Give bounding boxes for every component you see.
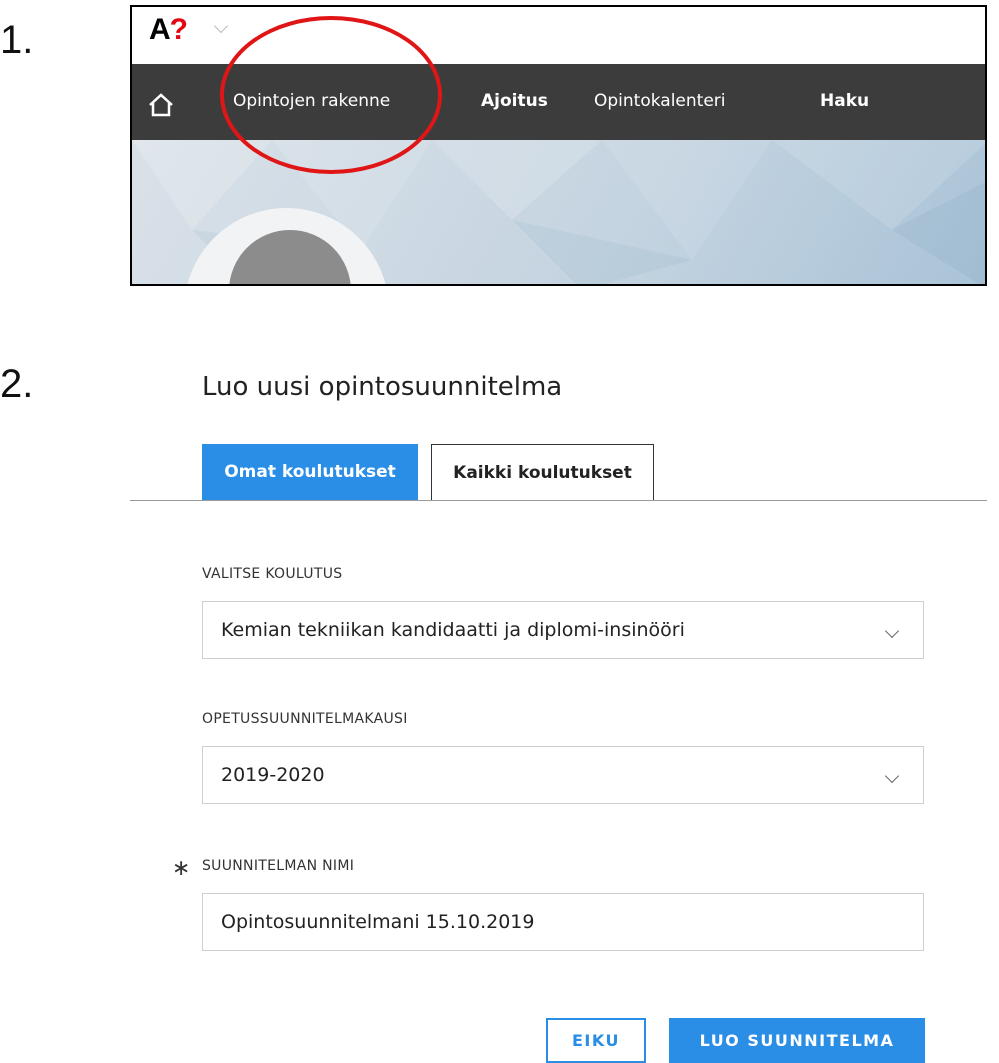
chevron-down-icon bbox=[884, 768, 900, 784]
plan-name-value: Opintosuunnitelmani 15.10.2019 bbox=[221, 911, 535, 933]
curriculum-select[interactable]: 2019-2020 bbox=[202, 746, 924, 804]
nav-item-opintokalenteri[interactable]: Opintokalenteri bbox=[594, 91, 726, 111]
home-icon[interactable] bbox=[148, 93, 174, 117]
app-screenshot: A? Opintojen rakenne Ajoitus Opintokalen… bbox=[130, 5, 987, 286]
program-select-value: Kemian tekniikan kandidaatti ja diplomi-… bbox=[221, 619, 685, 641]
tab-omat-koulutukset[interactable]: Omat koulutukset bbox=[202, 444, 418, 500]
nav-item-ajoitus[interactable]: Ajoitus bbox=[481, 91, 548, 111]
plan-name-input[interactable]: Opintosuunnitelmani 15.10.2019 bbox=[202, 893, 924, 951]
page-title: Luo uusi opintosuunnitelma bbox=[202, 372, 563, 402]
required-asterisk-icon: ∗ bbox=[172, 856, 191, 881]
tab-kaikki-koulutukset[interactable]: Kaikki koulutukset bbox=[431, 444, 654, 500]
step-number-1: 1. bbox=[0, 18, 34, 62]
nav-item-haku[interactable]: Haku bbox=[820, 91, 869, 111]
aalto-logo[interactable]: A? bbox=[149, 13, 188, 46]
plan-name-label: SUUNNITELMAN NIMI bbox=[202, 858, 355, 874]
create-plan-button[interactable]: LUO SUUNNITELMA bbox=[669, 1018, 925, 1063]
curriculum-label: OPETUSSUUNNITELMAKAUSI bbox=[202, 711, 408, 727]
tab-divider bbox=[130, 500, 987, 501]
chevron-down-icon[interactable] bbox=[213, 18, 229, 34]
program-select[interactable]: Kemian tekniikan kandidaatti ja diplomi-… bbox=[202, 601, 924, 659]
program-label: VALITSE KOULUTUS bbox=[202, 566, 343, 582]
curriculum-select-value: 2019-2020 bbox=[221, 764, 325, 786]
cancel-button[interactable]: EIKU bbox=[546, 1018, 646, 1063]
step-number-2: 2. bbox=[0, 362, 34, 406]
profile-banner bbox=[132, 140, 985, 284]
logo-mark: ? bbox=[169, 13, 188, 46]
highlight-circle bbox=[220, 16, 442, 174]
logo-letter: A bbox=[149, 13, 171, 46]
chevron-down-icon bbox=[884, 623, 900, 639]
